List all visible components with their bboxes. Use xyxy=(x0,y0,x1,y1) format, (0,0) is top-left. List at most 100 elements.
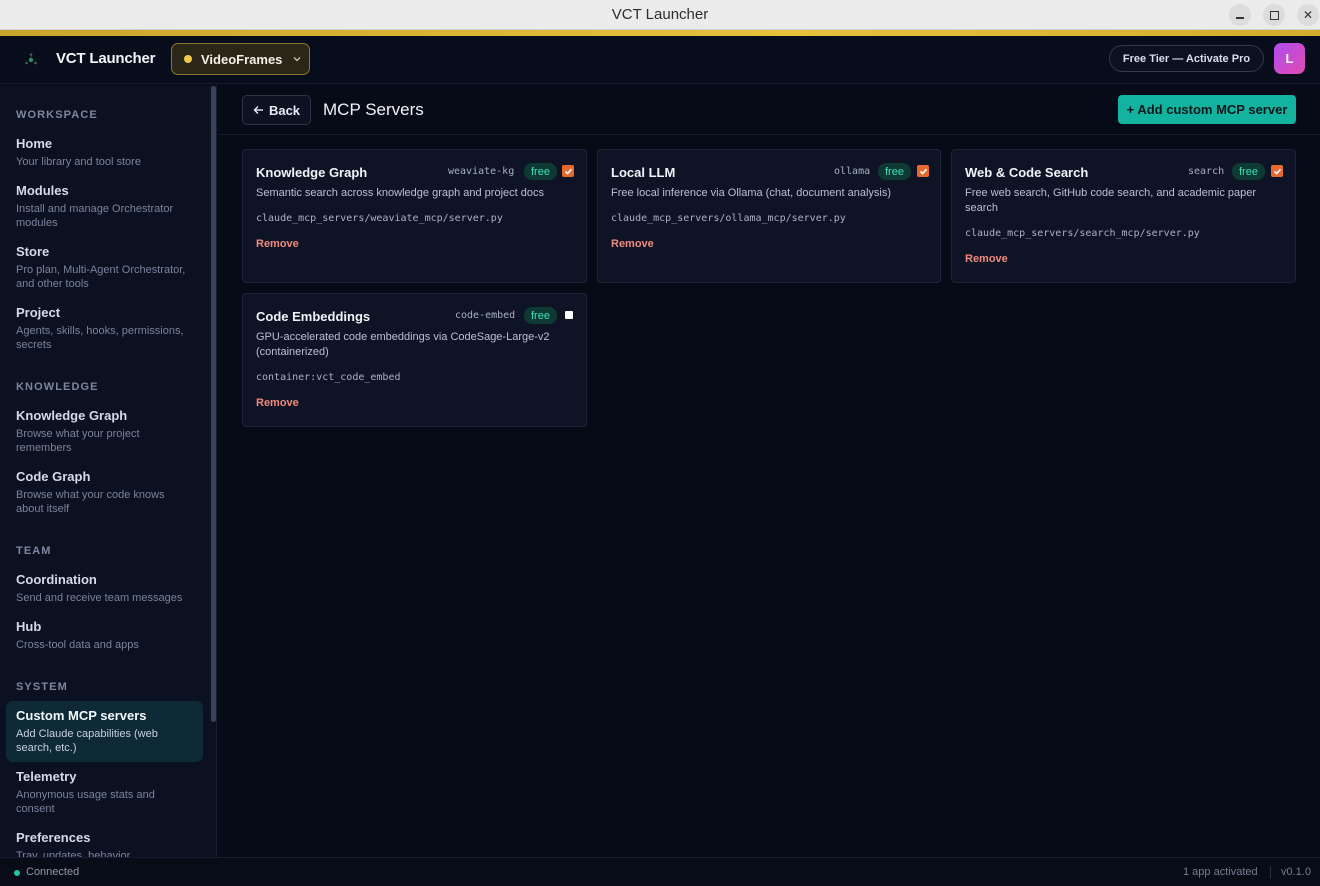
sidebar-item-label: Project xyxy=(16,305,61,320)
sidebar-item-code-graph[interactable]: Code Graph Browse what your code knows a… xyxy=(6,462,203,523)
sidebar-item-label: Hub xyxy=(16,619,42,634)
sidebar-scrollbar[interactable] xyxy=(211,86,216,722)
sidebar-item-label: Store xyxy=(16,244,50,259)
sidebar-item-knowledge-graph[interactable]: Knowledge Graph Browse what your project… xyxy=(6,401,203,462)
server-path: claude_mcp_servers/weaviate_mcp/server.p… xyxy=(256,213,503,224)
free-badge: free xyxy=(878,163,911,180)
sidebar-item-desc: Tray, updates, behavior xyxy=(16,850,131,857)
free-badge: free xyxy=(524,163,557,180)
remove-button[interactable]: Remove xyxy=(256,397,299,409)
sidebar-item-hub[interactable]: Hub Cross-tool data and apps xyxy=(6,612,203,659)
server-id: weaviate-kg xyxy=(448,166,515,177)
connection-status: Connected xyxy=(26,866,80,878)
server-name: Local LLM xyxy=(611,165,676,180)
sidebar-item-desc: Agents, skills, hooks, permissions, secr… xyxy=(16,325,184,351)
server-path: claude_mcp_servers/search_mcp/server.py xyxy=(965,228,1200,239)
close-icon: ✕ xyxy=(1302,8,1314,22)
status-divider xyxy=(1270,866,1271,879)
server-description: GPU-accelerated code embeddings via Code… xyxy=(256,331,550,358)
connection-status-icon xyxy=(14,870,20,876)
enabled-checkbox[interactable] xyxy=(917,165,929,177)
sidebar-item-label: Home xyxy=(16,136,53,151)
server-id: search xyxy=(1188,166,1225,177)
sidebar-item-label: Knowledge Graph xyxy=(16,408,128,423)
server-card-knowledge-graph: Knowledge Graph weaviate-kg free Semanti… xyxy=(242,149,587,283)
page-toolbar: Back MCP Servers + Add custom MCP server xyxy=(218,85,1320,135)
back-button[interactable]: Back xyxy=(242,95,311,125)
project-name: VideoFrames xyxy=(201,51,283,67)
section-knowledge: KNOWLEDGE xyxy=(16,381,99,393)
checkmark-icon xyxy=(564,168,572,175)
server-card-code-embeddings: Code Embeddings code-embed free GPU-acce… xyxy=(242,293,587,427)
server-name: Web & Code Search xyxy=(965,165,1089,180)
chevron-down-icon xyxy=(293,57,301,62)
project-status-dot xyxy=(184,55,192,63)
project-selector[interactable]: VideoFrames xyxy=(171,43,310,75)
free-badge: free xyxy=(1232,163,1265,180)
server-description: Free local inference via Ollama (chat, d… xyxy=(611,187,892,199)
checkmark-icon xyxy=(919,168,927,175)
apps-activated-count: 1 app activated xyxy=(1183,866,1258,878)
sidebar-item-modules[interactable]: Modules Install and manage Orchestrator … xyxy=(6,176,203,237)
app-name: VCT Launcher xyxy=(56,50,156,67)
sidebar-item-telemetry[interactable]: Telemetry Anonymous usage stats and cons… xyxy=(6,762,203,823)
remove-button[interactable]: Remove xyxy=(965,253,1008,265)
sidebar-item-desc: Browse what your code knows about itself xyxy=(16,489,165,515)
sidebar-item-desc: Your library and tool store xyxy=(16,156,141,168)
maximize-icon xyxy=(1269,10,1279,20)
server-path: claude_mcp_servers/ollama_mcp/server.py xyxy=(611,213,846,224)
app-logo-icon xyxy=(25,53,37,65)
enabled-checkbox[interactable] xyxy=(562,165,574,177)
checkmark-icon xyxy=(1273,168,1281,175)
sidebar-item-desc: Send and receive team messages xyxy=(16,592,183,604)
minimize-button[interactable] xyxy=(1229,4,1251,26)
server-name: Code Embeddings xyxy=(256,309,371,324)
window-title: VCT Launcher xyxy=(611,6,709,23)
page-title: MCP Servers xyxy=(323,100,424,119)
sidebar-item-project[interactable]: Project Agents, skills, hooks, permissio… xyxy=(6,298,203,359)
close-button[interactable]: ✕ xyxy=(1297,4,1319,26)
arrow-left-icon xyxy=(253,106,263,114)
enabled-checkbox[interactable] xyxy=(565,311,573,319)
main-content: Back MCP Servers + Add custom MCP server… xyxy=(218,85,1320,857)
server-card-local-llm: Local LLM ollama free Free local inferen… xyxy=(597,149,941,283)
section-system: SYSTEM xyxy=(16,681,68,693)
server-id: code-embed xyxy=(455,310,516,321)
server-path: container:vct_code_embed xyxy=(256,372,401,383)
sidebar-item-store[interactable]: Store Pro plan, Multi-Agent Orchestrator… xyxy=(6,237,203,298)
server-id: ollama xyxy=(834,166,871,177)
sidebar-item-desc: Add Claude capabilities (web search, etc… xyxy=(16,728,158,754)
activate-pro-button[interactable]: Free Tier — Activate Pro xyxy=(1109,45,1264,72)
window-title-bar: VCT Launcher ✕ xyxy=(0,0,1320,30)
sidebar-item-custom-mcp-servers[interactable]: Custom MCP servers Add Claude capabiliti… xyxy=(6,701,203,762)
sidebar-item-coordination[interactable]: Coordination Send and receive team messa… xyxy=(6,565,203,612)
status-bar: Connected 1 app activated v0.1.0 xyxy=(0,857,1320,886)
maximize-button[interactable] xyxy=(1263,4,1285,26)
sidebar-item-desc: Browse what your project remembers xyxy=(16,428,140,454)
enabled-checkbox[interactable] xyxy=(1271,165,1283,177)
sidebar-item-label: Custom MCP servers xyxy=(16,708,147,723)
sidebar-item-home[interactable]: Home Your library and tool store xyxy=(6,129,203,176)
sidebar-item-desc: Cross-tool data and apps xyxy=(16,639,139,651)
section-team: TEAM xyxy=(16,545,52,557)
server-name: Knowledge Graph xyxy=(256,165,368,180)
section-workspace: WORKSPACE xyxy=(16,109,98,121)
sidebar-item-desc: Anonymous usage stats and consent xyxy=(16,789,155,815)
sidebar-item-label: Coordination xyxy=(16,572,97,587)
server-card-web-code-search: Web & Code Search search free Free web s… xyxy=(951,149,1296,283)
remove-button[interactable]: Remove xyxy=(256,238,299,250)
sidebar-item-preferences[interactable]: Preferences Tray, updates, behavior xyxy=(6,823,203,857)
sidebar-item-desc: Install and manage Orchestrator modules xyxy=(16,203,174,229)
server-description: Semantic search across knowledge graph a… xyxy=(256,187,544,199)
server-description: Free web search, GitHub code search, and… xyxy=(965,187,1257,214)
remove-button[interactable]: Remove xyxy=(611,238,654,250)
app-header: VCT Launcher VideoFrames Free Tier — Act… xyxy=(0,36,1320,84)
sidebar-item-desc: Pro plan, Multi-Agent Orchestrator, and … xyxy=(16,264,186,290)
add-custom-mcp-server-button[interactable]: + Add custom MCP server xyxy=(1118,95,1296,124)
app-version: v0.1.0 xyxy=(1281,866,1311,878)
sidebar: WORKSPACE Home Your library and tool sto… xyxy=(0,85,217,857)
back-label: Back xyxy=(268,102,301,118)
free-badge: free xyxy=(524,307,557,324)
avatar[interactable]: L xyxy=(1274,43,1305,74)
minimize-icon xyxy=(1236,17,1244,19)
